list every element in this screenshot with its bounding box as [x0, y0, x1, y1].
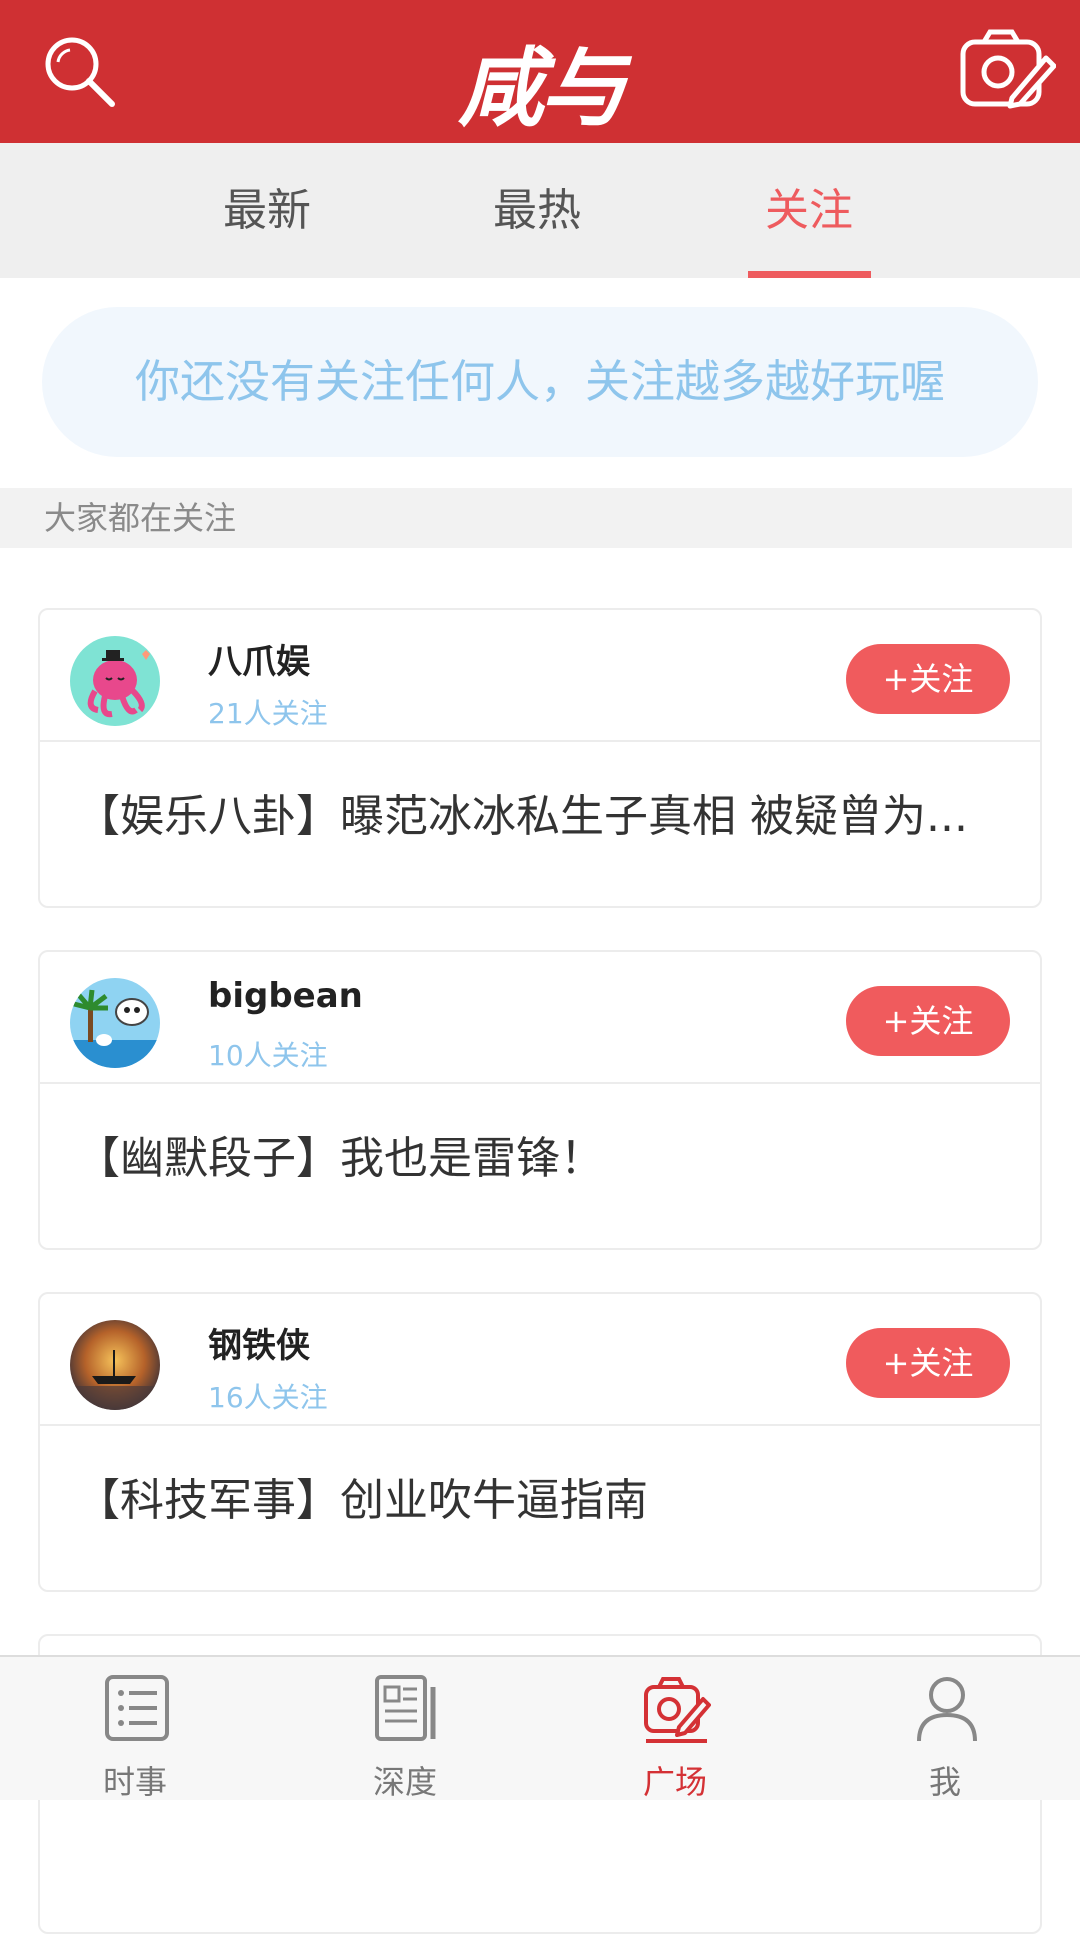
avatar[interactable]	[70, 1320, 160, 1410]
active-tab-indicator	[748, 271, 871, 278]
nav-label: 广场	[642, 1763, 707, 1801]
follower-count: 16人关注	[208, 1381, 328, 1414]
follow-button[interactable]: +关注	[846, 986, 1010, 1056]
tab-latest[interactable]: 最新	[167, 143, 367, 278]
user-name[interactable]: 八爪娱	[208, 634, 310, 683]
divider	[40, 1082, 1040, 1084]
nav-item-square[interactable]: 广场	[585, 1657, 765, 1802]
tab-following[interactable]: 关注	[709, 143, 909, 278]
user-name[interactable]: 钢铁侠	[208, 1318, 310, 1367]
nav-label: 深度	[372, 1763, 437, 1801]
nav-label: 我	[928, 1763, 961, 1801]
avatar[interactable]	[70, 978, 160, 1068]
feed-tabs: 最新 最热 关注	[0, 143, 1080, 278]
divider	[40, 1424, 1040, 1426]
follow-button[interactable]: +关注	[846, 1328, 1010, 1398]
recommended-user-card[interactable]: bigbean 10人关注 +关注 【幽默段子】我也是雷锋！	[38, 950, 1042, 1250]
list-icon	[105, 1675, 169, 1741]
section-header: 大家都在关注	[0, 488, 1072, 548]
follower-count: 21人关注	[208, 697, 328, 730]
follow-button[interactable]: +关注	[846, 644, 1010, 714]
section-title: 大家都在关注	[44, 499, 237, 537]
nav-item-me[interactable]: 我	[855, 1657, 1035, 1802]
user-name[interactable]: bigbean	[208, 976, 363, 1016]
app-logo: 咸与	[458, 39, 626, 139]
divider	[40, 740, 1040, 742]
newspaper-icon	[375, 1675, 436, 1741]
nav-label: 时事	[102, 1763, 167, 1801]
follower-count: 10人关注	[208, 1039, 328, 1072]
tab-hottest[interactable]: 最热	[437, 143, 637, 278]
latest-post-title[interactable]: 【娱乐八卦】曝范冰冰私生子真相 被疑曾为...	[76, 780, 1006, 844]
bottom-navigation: 时事 深度 广场 我	[0, 1655, 1080, 1802]
avatar[interactable]	[70, 636, 160, 726]
app-header: 咸与	[0, 0, 1080, 143]
empty-following-hint: 你还没有关注任何人，关注越多越好玩喔	[42, 307, 1038, 457]
recommended-user-card[interactable]: 八爪娱 21人关注 +关注 【娱乐八卦】曝范冰冰私生子真相 被疑曾为...	[38, 608, 1042, 908]
camera-edit-icon[interactable]	[960, 28, 1056, 114]
latest-post-title[interactable]: 【科技军事】创业吹牛逼指南	[76, 1464, 1006, 1528]
latest-post-title[interactable]: 【幽默段子】我也是雷锋！	[76, 1122, 1006, 1186]
camera-edit-icon	[644, 1677, 711, 1743]
recommended-user-card[interactable]: 钢铁侠 16人关注 +关注 【科技军事】创业吹牛逼指南	[38, 1292, 1042, 1592]
nav-item-news[interactable]: 时事	[45, 1657, 225, 1802]
nav-item-depth[interactable]: 深度	[315, 1657, 495, 1802]
user-icon	[917, 1677, 977, 1742]
